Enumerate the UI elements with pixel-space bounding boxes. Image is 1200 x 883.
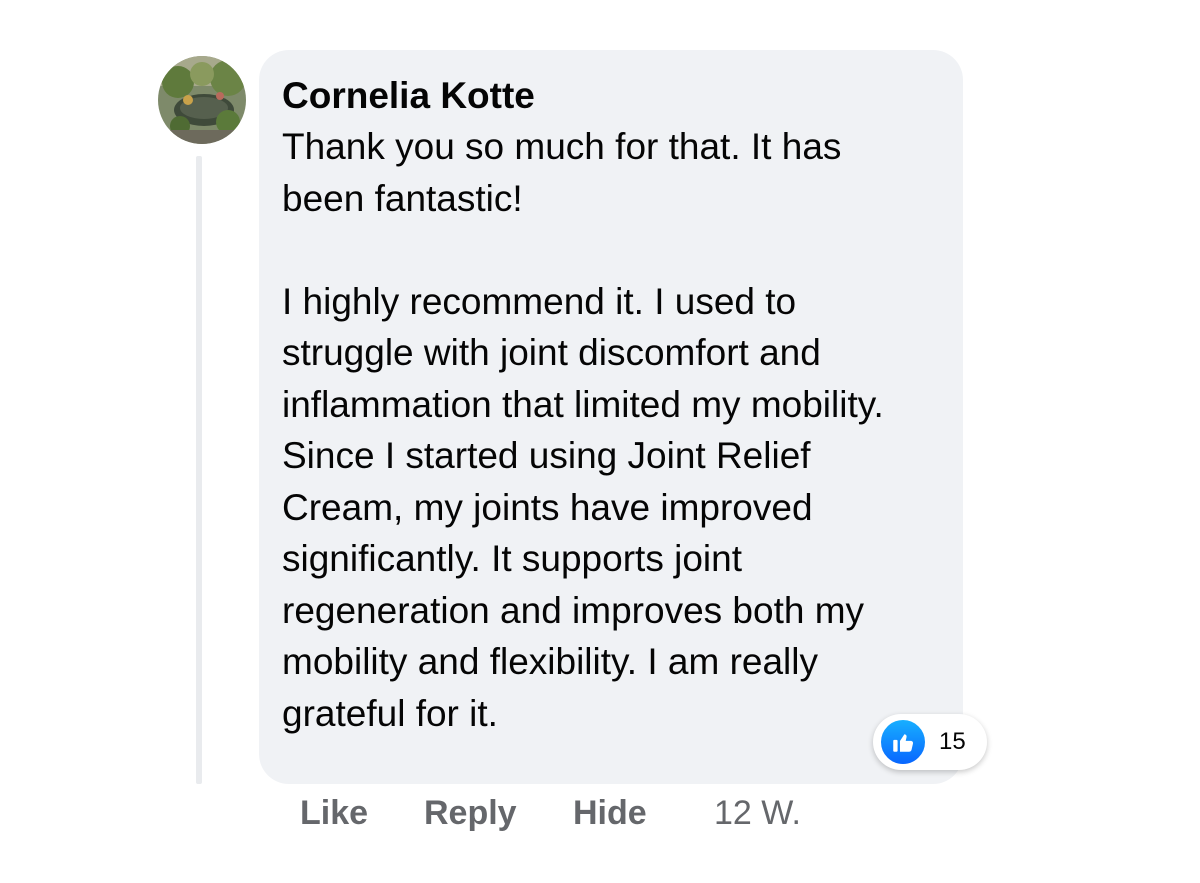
like-button[interactable]: Like [300, 794, 368, 833]
hide-button[interactable]: Hide [573, 794, 647, 833]
reaction-summary[interactable]: 15 [873, 714, 987, 770]
comment-line: grateful for it. [282, 692, 498, 734]
comment-body: Thank you so much for that. It has been … [282, 121, 958, 739]
comment-line: significantly. It supports joint [282, 538, 742, 579]
thread-line [196, 156, 202, 784]
like-icon [879, 718, 927, 766]
comment-author[interactable]: Cornelia Kotte [282, 74, 535, 118]
reaction-count: 15 [939, 728, 966, 755]
comment-line: Cream, my joints have improved [282, 486, 813, 528]
comment-line: I highly recommend it. I used to [282, 280, 797, 322]
comment-line: been fantastic! [282, 177, 523, 219]
comment-line: mobility and flexibility. I am really [282, 641, 818, 682]
comment-line: regeneration and improves both my [282, 589, 865, 631]
comment-line: inflammation that limited my mobility. [282, 383, 884, 425]
reply-button[interactable]: Reply [424, 794, 517, 833]
comment-timestamp[interactable]: 12 W. [714, 794, 801, 833]
avatar[interactable] [158, 56, 246, 144]
comment-line: Thank you so much for that. It has [282, 126, 842, 167]
comment-line: Since I started using Joint Relief [282, 435, 811, 476]
comment-line: struggle with joint discomfort and [282, 332, 821, 373]
avatar-garden-image [158, 56, 246, 144]
